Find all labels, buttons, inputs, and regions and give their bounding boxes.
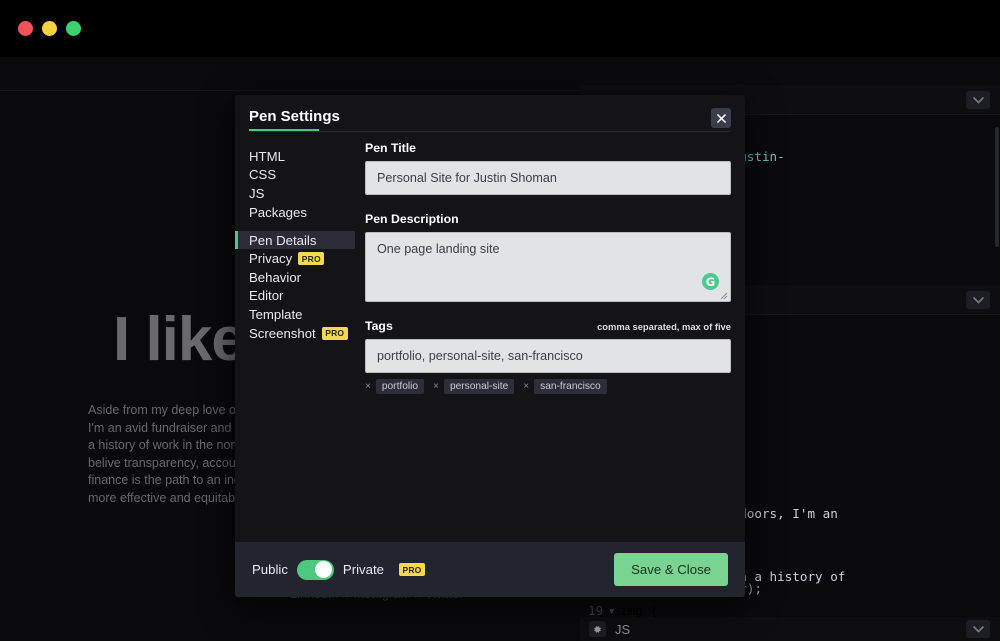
sidebar-item-behavior[interactable]: Behavior — [235, 268, 355, 287]
privacy-toggle[interactable] — [297, 560, 334, 580]
pen-title-input[interactable]: Personal Site for Justin Shoman — [365, 161, 731, 195]
divider — [0, 90, 580, 91]
resize-handle-icon[interactable] — [719, 291, 728, 300]
page-heading: I like — [113, 304, 245, 375]
pro-badge: PRO — [298, 252, 324, 265]
toggle-knob — [315, 561, 332, 578]
privacy-toggle-group: Public Private PRO — [252, 560, 425, 580]
sidebar-item-js[interactable]: JS — [235, 184, 355, 203]
app-window: I like Aside from my deep love of the ou… — [0, 0, 1000, 641]
grammarly-icon[interactable]: G — [702, 273, 719, 290]
save-and-close-button[interactable]: Save & Close — [614, 553, 728, 586]
pro-badge: PRO — [399, 563, 425, 576]
sidebar-item-label: Pen Details — [249, 233, 316, 248]
sidebar-item-label: Template — [249, 307, 303, 322]
tag-chip: × personal-site — [433, 379, 514, 394]
pen-details-form: Pen Title Personal Site for Justin Shoma… — [365, 141, 737, 394]
pen-description-label: Pen Description — [365, 212, 737, 226]
modal-title: Pen Settings — [249, 108, 340, 125]
pen-description-textarea[interactable]: One page landing site G — [365, 232, 731, 302]
gear-icon[interactable] — [589, 621, 606, 637]
pen-description-value: One page landing site — [377, 242, 500, 256]
sidebar-item-label: HTML — [249, 149, 285, 164]
tag-chip-label[interactable]: personal-site — [444, 379, 514, 394]
public-label: Public — [252, 562, 288, 577]
sidebar-item-packages[interactable]: Packages — [235, 203, 355, 222]
tag-chip: × san-francisco — [523, 379, 606, 394]
modal-sidebar: HTML CSS JS Packages Pen Details Privacy… — [235, 147, 355, 342]
sidebar-item-label: CSS — [249, 167, 276, 182]
tags-label: Tags — [365, 319, 393, 333]
close-icon[interactable] — [711, 108, 731, 128]
sidebar-item-editor[interactable]: Editor — [235, 287, 355, 306]
window-controls — [18, 21, 81, 36]
tags-hint: comma separated, max of five — [597, 321, 731, 332]
editor-scrollbar-thumb[interactable] — [995, 127, 999, 247]
remove-tag-icon[interactable]: × — [365, 381, 371, 392]
tags-value: portfolio, personal-site, san-francisco — [377, 349, 583, 363]
chevron-down-icon[interactable] — [966, 291, 990, 309]
sidebar-item-template[interactable]: Template — [235, 305, 355, 324]
chevron-down-icon[interactable] — [966, 91, 990, 109]
sidebar-item-screenshot[interactable]: Screenshot PRO — [235, 324, 355, 343]
tag-chip-list: × portfolio × personal-site × san-franci… — [365, 379, 737, 394]
sidebar-item-label: Editor — [249, 288, 283, 303]
pen-settings-modal: HTML CSS JS Packages Pen Details Privacy… — [235, 95, 745, 597]
sidebar-item-label: Privacy — [249, 251, 292, 266]
remove-tag-icon[interactable]: × — [523, 381, 529, 392]
close-window-button[interactable] — [18, 21, 33, 36]
sidebar-group-gap — [235, 221, 355, 231]
window-titlebar — [0, 0, 1000, 57]
maximize-window-button[interactable] — [66, 21, 81, 36]
sidebar-item-html[interactable]: HTML — [235, 147, 355, 166]
sidebar-item-label: Screenshot — [249, 326, 316, 341]
tags-input[interactable]: portfolio, personal-site, san-francisco — [365, 339, 731, 373]
sidebar-item-privacy[interactable]: Privacy PRO — [235, 249, 355, 268]
modal-footer: Public Private PRO Save & Close — [235, 542, 745, 597]
sidebar-item-label: Packages — [249, 205, 307, 220]
minimize-window-button[interactable] — [42, 21, 57, 36]
remove-tag-icon[interactable]: × — [433, 381, 439, 392]
tags-header: Tags comma separated, max of five — [365, 319, 731, 333]
chevron-down-icon[interactable] — [966, 620, 990, 638]
tag-chip-label[interactable]: san-francisco — [534, 379, 607, 394]
tag-chip-label[interactable]: portfolio — [376, 379, 424, 394]
sidebar-item-label: JS — [249, 186, 264, 201]
pen-title-label: Pen Title — [365, 141, 737, 155]
tag-chip: × portfolio — [365, 379, 424, 394]
js-pane-bar[interactable]: JS — [580, 617, 1000, 641]
sidebar-item-label: Behavior — [249, 270, 301, 285]
sidebar-item-pen-details[interactable]: Pen Details — [235, 231, 355, 250]
pen-title-value: Personal Site for Justin Shoman — [377, 171, 557, 185]
modal-header-divider — [249, 131, 731, 132]
js-pane-label: JS — [615, 622, 630, 637]
sidebar-item-css[interactable]: CSS — [235, 166, 355, 185]
private-label: Private — [343, 562, 384, 577]
pro-badge: PRO — [322, 327, 348, 340]
